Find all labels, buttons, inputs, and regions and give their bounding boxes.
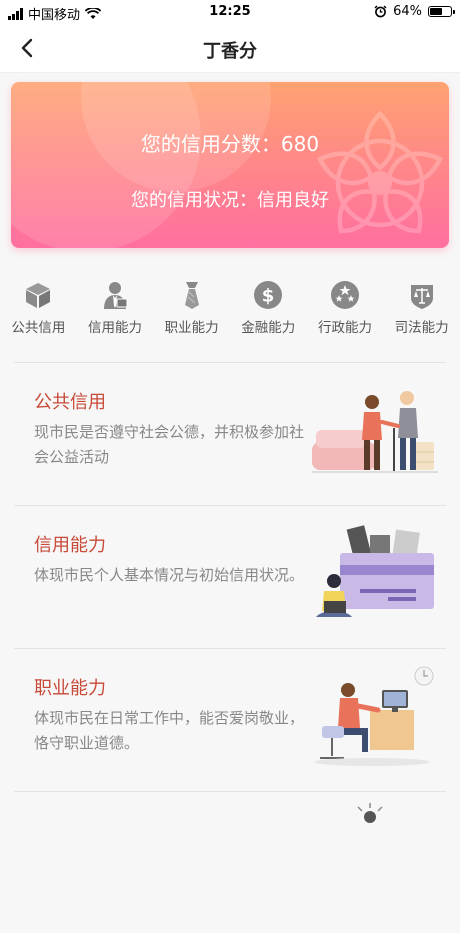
category-admin-ability[interactable]: 行政能力 — [309, 270, 381, 350]
list-item-credit-ability[interactable]: 信用能力 体现市民个人基本情况与初始信用状况。 — [0, 505, 460, 647]
stars-icon — [330, 281, 359, 309]
list-item-career-ability[interactable]: 职业能力 体现市民在日常工作中，能否爱岗敬业，恪守职业道德。 — [0, 648, 460, 790]
status-right: 64% — [374, 4, 455, 19]
battery-icon — [428, 6, 455, 17]
category-label: 信用能力 — [87, 320, 142, 336]
item-title: 公共信用 — [34, 392, 106, 413]
category-label: 职业能力 — [164, 320, 219, 336]
scales-icon — [410, 285, 433, 309]
office-worker-illustration — [314, 666, 434, 766]
battery-fill — [430, 8, 443, 15]
status-bar: 中国移动 12:25 64% — [0, 0, 460, 26]
category-career-ability[interactable]: 职业能力 — [156, 270, 228, 350]
score-card: 您的信用分数：680 您的信用状况：信用良好 — [11, 82, 449, 248]
category-label: 公共信用 — [11, 320, 66, 336]
cube-icon — [26, 283, 51, 308]
flower-watermark-icon — [316, 110, 444, 234]
category-credit-ability[interactable]: 信用能力 — [79, 270, 151, 350]
battery-percent: 64% — [393, 4, 422, 19]
category-label: 司法能力 — [394, 320, 449, 336]
tie-icon — [184, 282, 199, 309]
category-finance-ability[interactable]: $ 金融能力 — [232, 270, 304, 350]
item-title: 信用能力 — [34, 535, 106, 556]
svg-text:$: $ — [262, 286, 275, 307]
item-description: 体现市民在日常工作中，能否爱岗敬业，恪守职业道德。 — [34, 709, 305, 752]
alarm-icon — [374, 5, 387, 18]
nav-bar: 丁香分 — [0, 26, 460, 73]
category-public-credit[interactable]: 公共信用 — [2, 270, 74, 350]
item-description: 体现市民个人基本情况与初始信用状况。 — [34, 566, 305, 584]
category-label: 行政能力 — [317, 320, 372, 336]
category-row: 公共信用 信用能力 职业能力 $ 金融能力 行政能力 司法能力 — [0, 270, 460, 350]
credit-card-illustration — [316, 525, 434, 617]
category-label: 金融能力 — [241, 320, 296, 336]
list-item-public-credit[interactable]: 公共信用 现市民是否遵守社会公德，并积极参加社会公益活动 — [0, 362, 460, 504]
category-judicial-ability[interactable]: 司法能力 — [386, 270, 458, 350]
dollar-icon: $ — [254, 281, 283, 309]
page-title: 丁香分 — [203, 41, 257, 62]
helping-elder-illustration — [312, 391, 438, 473]
list-item-partial[interactable] — [0, 791, 460, 933]
credit-status-text: 您的信用状况：信用良好 — [131, 190, 329, 211]
item-title: 职业能力 — [34, 678, 106, 699]
person-suit-icon — [103, 282, 128, 309]
partial-illustration — [357, 803, 383, 823]
credit-score-text: 您的信用分数：680 — [140, 132, 320, 156]
item-description: 现市民是否遵守社会公德，并积极参加社会公益活动 — [34, 423, 305, 466]
